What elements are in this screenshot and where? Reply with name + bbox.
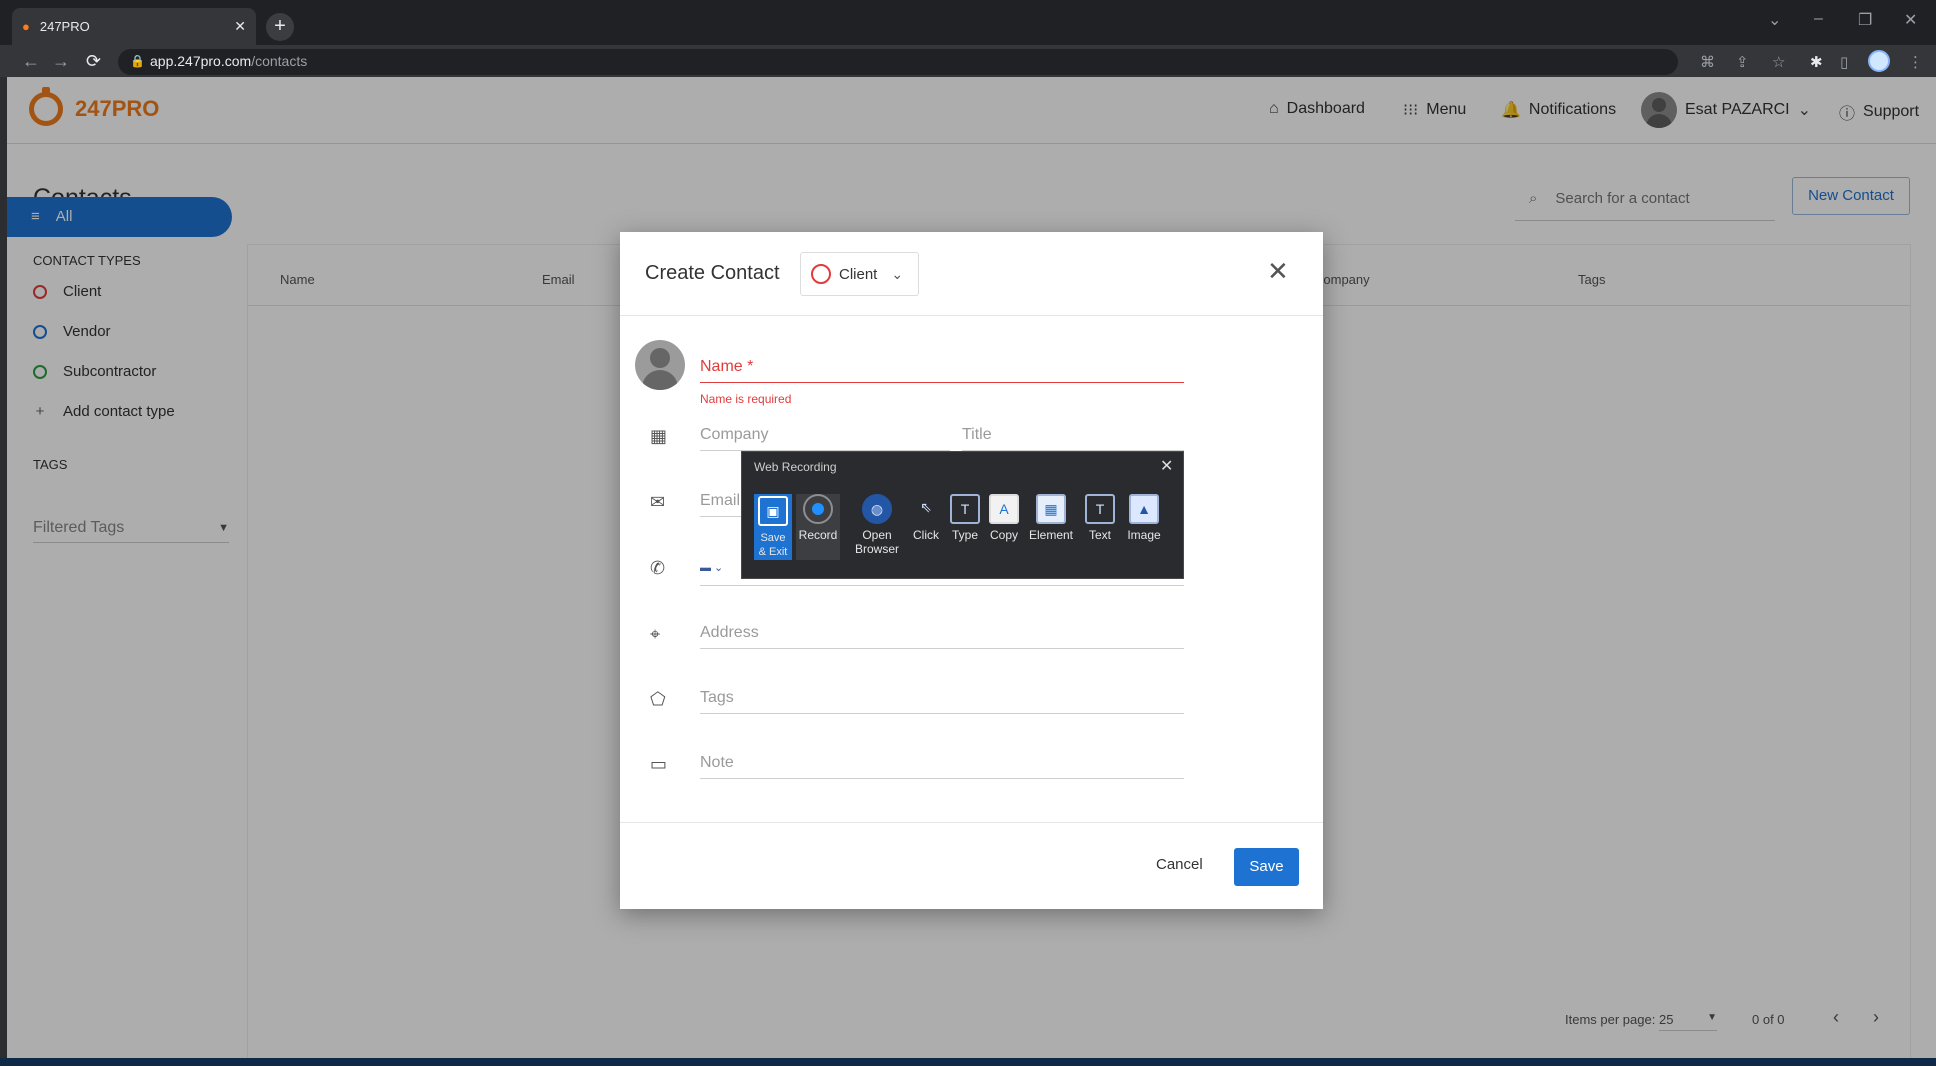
left-window-edge bbox=[0, 77, 7, 1066]
tag-icon: ⬠ bbox=[650, 689, 666, 709]
browser-menu-icon[interactable]: ⋮ bbox=[1908, 53, 1923, 71]
save-exit-label: Save & Exit bbox=[758, 532, 788, 558]
click-button[interactable]: ⇖ Click bbox=[908, 494, 944, 542]
save-exit-button[interactable]: ▣ Save & Exit bbox=[754, 494, 792, 560]
contact-type-select[interactable]: Client ⌄ bbox=[800, 252, 919, 296]
address-field[interactable]: Address bbox=[700, 624, 1184, 649]
company-field[interactable]: Company bbox=[700, 426, 950, 451]
copy-label: Copy bbox=[989, 528, 1018, 542]
record-icon bbox=[803, 494, 833, 524]
url-host: app.247pro.com bbox=[150, 53, 252, 69]
email-field-label: Email bbox=[700, 492, 741, 509]
tab-close-icon[interactable]: ✕ bbox=[234, 18, 246, 35]
contact-type-value: Client bbox=[839, 265, 878, 283]
tab-strip: ● 247PRO ✕ + ⌄ – ❐ ✕ bbox=[0, 0, 1936, 45]
window-close-icon[interactable]: ✕ bbox=[1904, 10, 1917, 30]
text-button[interactable]: T Text bbox=[1082, 494, 1118, 542]
image-button[interactable]: ▲ Image bbox=[1122, 494, 1166, 542]
share-icon[interactable]: ⇪ bbox=[1736, 53, 1749, 71]
back-icon[interactable]: ← bbox=[22, 51, 40, 72]
url-field[interactable]: 🔒 app.247pro.com/contacts bbox=[118, 49, 1678, 75]
circle-icon bbox=[811, 264, 831, 284]
name-error-message: Name is required bbox=[700, 392, 792, 406]
side-panel-icon[interactable]: ▯ bbox=[1840, 53, 1848, 71]
title-field[interactable]: Title bbox=[962, 426, 1184, 451]
company-field-label: Company bbox=[700, 426, 769, 443]
record-button[interactable]: Record bbox=[796, 494, 840, 560]
minimize-icon[interactable]: – bbox=[1814, 10, 1823, 28]
copy-button[interactable]: A Copy bbox=[986, 494, 1022, 542]
forward-icon[interactable]: → bbox=[52, 51, 70, 72]
dialog-footer-divider bbox=[620, 822, 1323, 823]
save-button[interactable]: Save bbox=[1234, 848, 1299, 886]
note-field-label: Note bbox=[700, 754, 734, 771]
web-recording-toolbar[interactable]: Web Recording ✕ ▣ Save & Exit Record ◍ O… bbox=[741, 451, 1184, 579]
text-icon: T bbox=[1085, 494, 1115, 524]
tab-search-icon[interactable]: ⌄ bbox=[1768, 10, 1781, 30]
record-label: Record bbox=[798, 528, 838, 542]
reload-icon[interactable]: ⟳ bbox=[86, 51, 101, 72]
text-label: Text bbox=[1088, 528, 1111, 542]
click-label: Click bbox=[913, 528, 939, 542]
bookmark-star-icon[interactable]: ☆ bbox=[1772, 53, 1785, 71]
chevron-down-icon: ⌄ bbox=[891, 265, 904, 282]
browser-chrome: ● 247PRO ✕ + ⌄ – ❐ ✕ ← → ⟳ 🔒 app.247pro.… bbox=[0, 0, 1936, 77]
location-pin-icon: ⌖ bbox=[650, 624, 661, 644]
building-icon: ▦ bbox=[650, 426, 668, 446]
url-path: /contacts bbox=[251, 53, 308, 69]
title-field-label: Title bbox=[962, 426, 992, 443]
extensions-icon[interactable]: ✱ bbox=[1810, 53, 1823, 71]
image-icon: ▲ bbox=[1129, 494, 1159, 524]
phone-icon: ✆ bbox=[650, 558, 666, 578]
open-browser-button[interactable]: ◍ Open Browser bbox=[852, 494, 902, 556]
name-field[interactable]: Name * bbox=[700, 358, 1184, 383]
globe-icon: ◍ bbox=[862, 494, 892, 524]
element-label: Element bbox=[1028, 528, 1074, 542]
contact-avatar[interactable] bbox=[635, 340, 685, 390]
type-icon: T bbox=[950, 494, 980, 524]
web-recording-title: Web Recording bbox=[754, 460, 837, 474]
lock-icon: 🔒 bbox=[130, 54, 145, 68]
element-grid-icon: ▦ bbox=[1036, 494, 1066, 524]
favicon-icon: ● bbox=[22, 19, 30, 34]
os-taskbar bbox=[0, 1058, 1936, 1066]
tags-field[interactable]: Tags bbox=[700, 689, 1184, 714]
note-field[interactable]: Note bbox=[700, 754, 1184, 779]
country-flag-icon[interactable]: ▬ ⌄ bbox=[700, 562, 723, 574]
copy-icon: A bbox=[989, 494, 1019, 524]
open-browser-label: Open Browser bbox=[854, 528, 899, 556]
note-icon: ▭ bbox=[650, 754, 668, 774]
name-field-label: Name * bbox=[700, 358, 754, 375]
element-button[interactable]: ▦ Element bbox=[1026, 494, 1076, 542]
image-label: Image bbox=[1127, 528, 1161, 542]
address-bar-row: ← → ⟳ 🔒 app.247pro.com/contacts ⌘ ⇪ ☆ ✱ … bbox=[0, 45, 1936, 77]
address-field-label: Address bbox=[700, 624, 759, 641]
browser-tab[interactable]: ● 247PRO ✕ bbox=[12, 8, 256, 45]
dialog-title: Create Contact bbox=[645, 262, 780, 284]
dialog-header: Create Contact Client ⌄ ✕ bbox=[620, 232, 1323, 316]
cancel-button[interactable]: Cancel bbox=[1156, 856, 1203, 873]
browser-profile-avatar[interactable] bbox=[1868, 50, 1890, 72]
type-button[interactable]: T Type bbox=[948, 494, 982, 542]
translate-icon[interactable]: ⌘ bbox=[1700, 53, 1715, 71]
tab-title: 247PRO bbox=[39, 19, 90, 34]
mail-icon: ✉ bbox=[650, 492, 666, 512]
new-tab-button[interactable]: + bbox=[266, 13, 294, 41]
close-icon[interactable]: ✕ bbox=[1267, 256, 1289, 287]
cursor-click-icon: ⇖ bbox=[920, 499, 932, 515]
tags-field-label: Tags bbox=[700, 689, 734, 706]
close-icon[interactable]: ✕ bbox=[1160, 456, 1173, 476]
restore-icon[interactable]: ❐ bbox=[1858, 10, 1872, 30]
type-label: Type bbox=[951, 528, 978, 542]
floppy-icon: ▣ bbox=[758, 496, 788, 526]
